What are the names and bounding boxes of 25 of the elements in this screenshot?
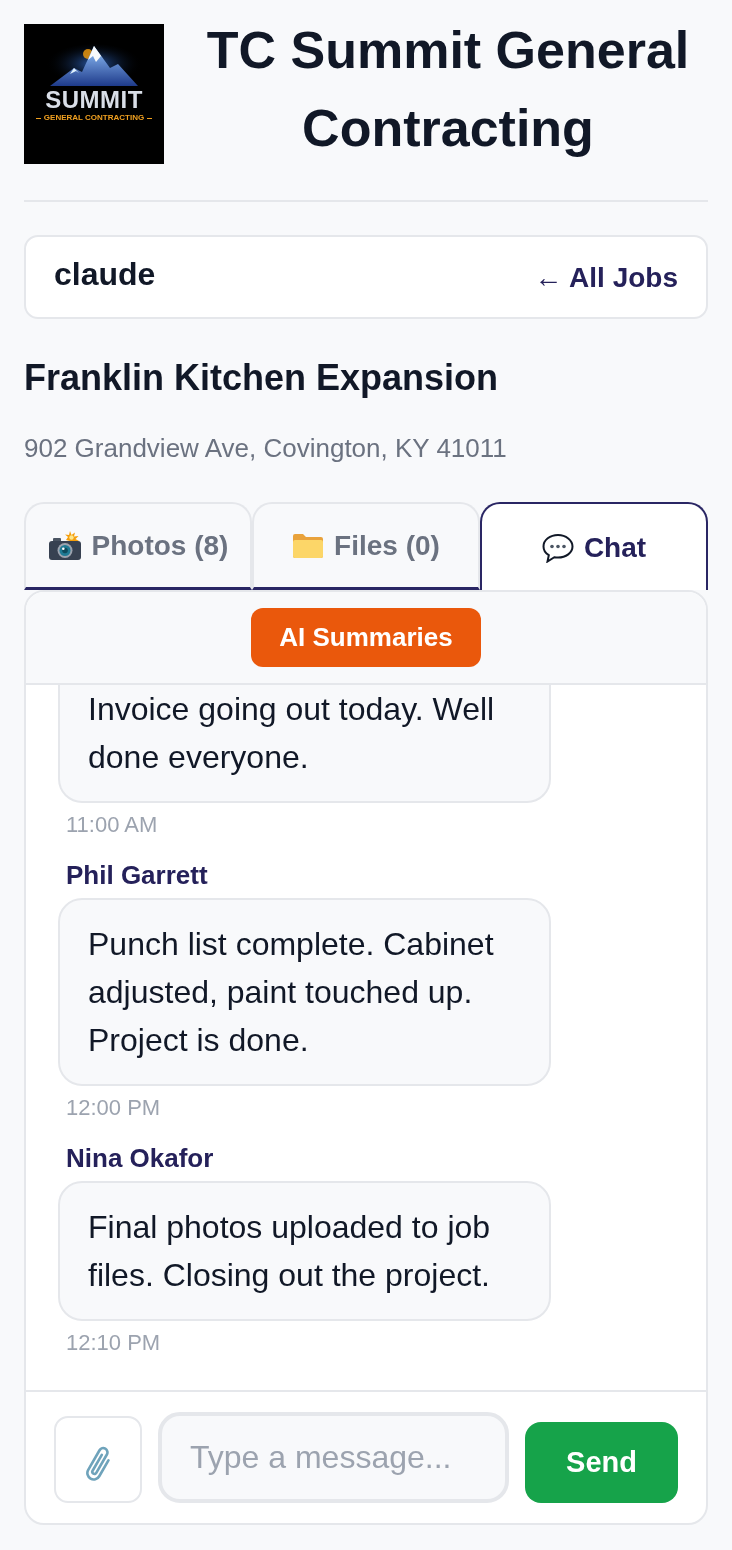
- chat-message: Invoice going out today. Well done everyone.: [58, 685, 551, 803]
- job-address: 902 Grandview Ave, Covington, KY 41011: [24, 432, 508, 465]
- folder-icon: [292, 532, 325, 559]
- send-button[interactable]: Send: [525, 1422, 678, 1503]
- username: claude: [54, 255, 156, 293]
- chat-message: Final photos uploaded to job files. Closing out the project.: [58, 1181, 551, 1321]
- all-jobs-link[interactable]: ← All Jobs: [534, 262, 678, 294]
- logo-tagline: GENERAL CONTRACTING: [43, 113, 145, 123]
- job-title: Franklin Kitchen Expansion: [24, 356, 500, 400]
- tab[interactable]: Photos (8): [24, 502, 252, 590]
- message-input[interactable]: Type a message...: [158, 1412, 510, 1503]
- logo-wordmark: SUMMIT: [45, 88, 143, 112]
- sender-name: Nina Okafor: [66, 1142, 214, 1174]
- ai-summaries-button[interactable]: AI Summaries: [251, 608, 481, 667]
- chat-message: Punch list complete. Cabinet adjusted, paint touched up. Project is done.: [58, 898, 551, 1086]
- speech-bubble-icon: [541, 533, 574, 563]
- camera-icon: [47, 530, 82, 561]
- message-time: 12:10 PM: [66, 1329, 161, 1357]
- tab[interactable]: Files (0): [252, 502, 480, 590]
- message-time: 11:00 AM: [66, 811, 158, 839]
- message-time: 12:00 PM: [66, 1094, 161, 1122]
- company-name: TC Summit General Contracting: [205, 20, 691, 159]
- attach-button[interactable]: [54, 1416, 142, 1503]
- sender-name: Phil Garrett: [66, 859, 208, 891]
- tab[interactable]: Chat: [480, 502, 708, 590]
